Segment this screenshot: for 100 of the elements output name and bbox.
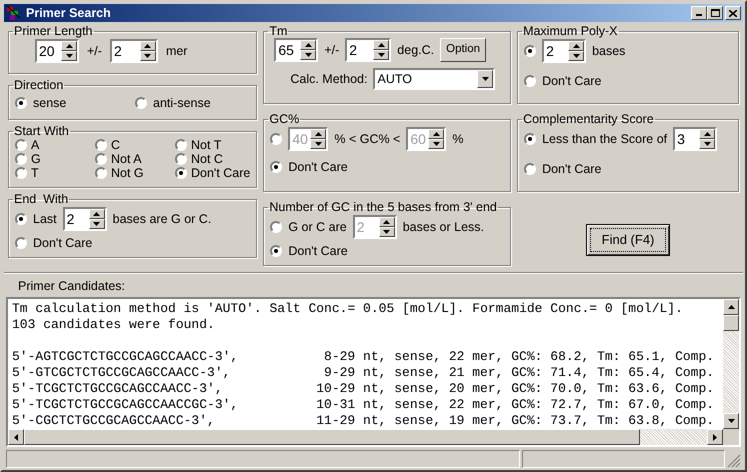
spin-box[interactable]: 3: [673, 127, 718, 151]
spin-box[interactable]: 20: [35, 39, 79, 63]
radio-label: T: [31, 166, 39, 180]
radio-label: Last: [33, 210, 57, 228]
spin-down-button[interactable]: [88, 219, 105, 229]
group-title: Maximum Poly-X: [522, 24, 619, 38]
radio-label: G or C are: [288, 218, 347, 236]
radio-button[interactable]: [175, 139, 187, 151]
spin-down-button[interactable]: [378, 227, 395, 237]
spin-up-button[interactable]: [568, 41, 584, 51]
spin-up-button[interactable]: [428, 129, 444, 139]
section-label: Primer Candidates:: [17, 278, 126, 295]
spin-up-button[interactable]: [88, 209, 105, 219]
radio-button[interactable]: [15, 97, 27, 110]
radio-label: Don't Care: [288, 242, 348, 260]
radio-button[interactable]: [524, 133, 536, 145]
radio-button[interactable]: [524, 163, 536, 175]
spin-up-button[interactable]: [373, 40, 390, 50]
radio-button[interactable]: [270, 133, 282, 145]
radio-button[interactable]: [95, 139, 107, 151]
range-text: 10-29: [315, 381, 356, 397]
down-arrow-icon: [728, 419, 734, 424]
spin-up-button[interactable]: [699, 129, 716, 139]
radio-button[interactable]: [175, 167, 187, 179]
spin-down-button[interactable]: [61, 51, 77, 61]
spin-down-button[interactable]: [373, 50, 390, 60]
details-text: nt, sense, 22 mer, GC%: 72.7, Tm: 67.0, Comp.: [363, 397, 714, 413]
right-arrow-icon: [713, 434, 717, 441]
spin-down-button[interactable]: [140, 51, 156, 61]
up-arrow-icon: [314, 132, 322, 136]
radio-label: Don't Care: [542, 72, 602, 90]
scroll-thumb[interactable]: [24, 429, 640, 446]
spin-up-button[interactable]: [61, 41, 77, 51]
option-button[interactable]: Option: [440, 38, 486, 62]
group-title: GC%: [268, 112, 300, 126]
down-arrow-icon: [314, 142, 322, 146]
radio-button[interactable]: [270, 161, 282, 173]
group-title: Direction: [13, 78, 64, 92]
details-text: nt, sense, 19 mer, GC%: 73.7, Tm: 63.8, Comp.: [363, 413, 714, 429]
radio-button[interactable]: [15, 237, 27, 249]
radio-label: Don't Care: [33, 234, 92, 252]
details-text: nt, sense, 21 mer, GC%: 71.4, Tm: 65.4, Comp.: [363, 365, 714, 381]
up-arrow-icon: [704, 132, 711, 136]
spin-down-button[interactable]: [699, 139, 716, 149]
find-button[interactable]: Find (F4): [586, 224, 670, 256]
scroll-right-button[interactable]: [707, 429, 723, 446]
spin-box[interactable]: 65: [274, 38, 318, 62]
spin-up-button[interactable]: [300, 40, 316, 50]
spin-box[interactable]: 2: [345, 38, 392, 62]
spin-down-button[interactable]: [300, 50, 316, 60]
radio-button[interactable]: [15, 139, 27, 151]
minimize-button[interactable]: [691, 6, 707, 20]
radio-label: C: [111, 138, 120, 152]
spin-box[interactable]: 2: [110, 39, 158, 63]
spin-up-button[interactable]: [310, 129, 326, 139]
spin-up-button[interactable]: [140, 41, 156, 51]
range-text: 9-29: [323, 365, 356, 381]
spin-up-button[interactable]: [378, 217, 395, 227]
radio-label: Not A: [111, 152, 142, 166]
spin-box[interactable]: 2: [542, 39, 586, 63]
radio-button[interactable]: [15, 167, 27, 179]
radio-button[interactable]: [135, 97, 147, 110]
sequence-text: 5'-GTCGCTCTGCCGCAGCCAACC-3',: [12, 365, 232, 381]
close-icon: [729, 10, 737, 16]
scroll-up-button[interactable]: [723, 299, 739, 315]
radio-button[interactable]: [15, 153, 27, 165]
spin-down-button[interactable]: [428, 139, 444, 149]
maximize-button[interactable]: [707, 6, 723, 20]
radio-button[interactable]: [175, 153, 187, 165]
up-arrow-icon: [144, 44, 152, 48]
spin-box[interactable]: 2: [62, 207, 107, 231]
down-arrow-icon: [378, 53, 385, 57]
minimize-icon: [696, 14, 702, 16]
radio-button[interactable]: [524, 45, 536, 57]
output-line: 103 candidates were found.: [12, 317, 215, 333]
radio-button[interactable]: [95, 153, 107, 165]
dropdown-button[interactable]: [477, 70, 494, 88]
radio-label: Less than the Score of: [542, 130, 668, 148]
details-text: nt, sense, 20 mer, GC%: 70.0, Tm: 63.6, Comp.: [363, 381, 714, 397]
radio-button[interactable]: [15, 213, 27, 225]
up-arrow-icon: [383, 220, 390, 224]
sequence-text: 5'-CGCTCTGCCGCAGCCAACC-3',: [12, 413, 216, 429]
radio-button[interactable]: [270, 221, 282, 233]
spin-down-button[interactable]: [310, 139, 326, 149]
scroll-down-button[interactable]: [723, 413, 739, 430]
scroll-left-button[interactable]: [8, 429, 24, 446]
scroll-thumb[interactable]: [723, 315, 739, 331]
range-text: 8-29: [323, 349, 356, 365]
radio-button[interactable]: [270, 245, 282, 257]
spin-down-button[interactable]: [568, 51, 584, 61]
up-arrow-icon: [728, 305, 734, 309]
unit-label: %: [452, 130, 464, 148]
close-button[interactable]: [725, 6, 741, 20]
radio-button[interactable]: [524, 75, 536, 87]
method-dropdown[interactable]: AUTO: [373, 68, 496, 90]
up-arrow-icon: [378, 43, 385, 47]
left-arrow-icon: [14, 434, 18, 441]
radio-button[interactable]: [95, 167, 107, 179]
down-arrow-icon: [704, 142, 711, 146]
field-label: Calc. Method:: [290, 70, 368, 88]
